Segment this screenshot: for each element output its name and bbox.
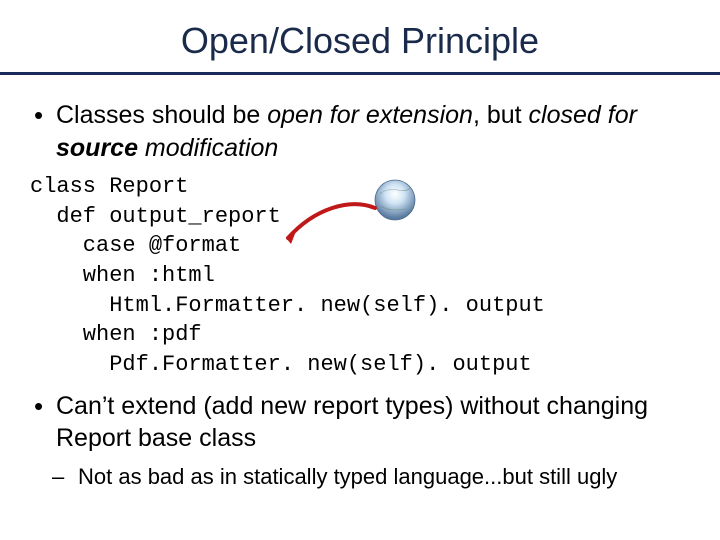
text-italic-bold: source (56, 134, 138, 162)
text-italic: modification (138, 134, 278, 162)
text: Not as bad as in statically typed langua… (78, 464, 617, 489)
title-divider (0, 72, 720, 75)
code-block: class Report def output_report case @for… (30, 172, 690, 380)
text: Classes should be (56, 101, 267, 129)
slide: Open/Closed Principle Classes should be … (0, 0, 720, 540)
bullet-cant-extend: Can’t extend (add new report types) with… (30, 390, 690, 455)
text-italic: closed for (529, 101, 637, 129)
code-block-wrap: class Report def output_report case @for… (30, 172, 690, 380)
text: Can’t extend (add new report types) with… (56, 392, 648, 453)
sub-bullet-not-as-bad: Not as bad as in statically typed langua… (30, 463, 690, 492)
bullet-open-closed: Classes should be open for extension, bu… (30, 99, 690, 164)
text-italic: open for extension (267, 101, 473, 129)
page-title: Open/Closed Principle (30, 20, 690, 62)
text: , but (473, 101, 529, 129)
